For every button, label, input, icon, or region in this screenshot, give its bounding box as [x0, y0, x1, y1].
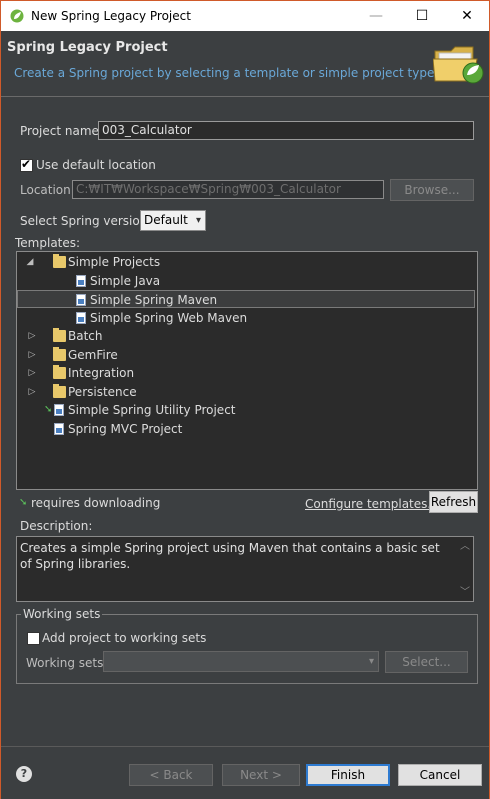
tree-item-label: Simple Java [90, 274, 161, 288]
template-icon [76, 275, 86, 287]
download-arrow-icon: ➘ [44, 404, 53, 415]
folder-icon [53, 328, 66, 342]
use-default-location-label: Use default location [36, 158, 156, 172]
new-project-folder-icon [433, 46, 484, 84]
collapsed-arrow-icon[interactable]: ▷ [27, 383, 37, 401]
spring-version-select[interactable]: Default ▾ [140, 210, 206, 231]
checkmark-icon: ✔ [21, 157, 32, 171]
configure-templates-link[interactable]: Configure templates... [305, 497, 439, 511]
description-text: Creates a simple Spring project using Ma… [16, 536, 474, 602]
download-arrow-icon: ➘ [19, 497, 28, 508]
tree-item-label: Persistence [68, 385, 137, 399]
template-icon [54, 404, 64, 416]
tree-item-integration[interactable]: ▷ Integration [17, 364, 475, 382]
description-content: Creates a simple Spring project using Ma… [20, 541, 440, 571]
description-label: Description: [20, 519, 93, 533]
add-to-working-sets-label: Add project to working sets [42, 631, 207, 645]
templates-tree[interactable]: ◢ Simple Projects Simple Java Simple Spr… [16, 251, 478, 490]
chevron-down-icon: ▾ [368, 656, 374, 667]
help-icon[interactable]: ? [16, 766, 32, 782]
requires-downloading-label: requires downloading [31, 496, 161, 510]
tree-item-spring-mvc-project[interactable]: Spring MVC Project [17, 420, 475, 438]
use-default-location-checkbox[interactable]: ✔ [20, 157, 33, 172]
window-title: New Spring Legacy Project [31, 9, 191, 23]
collapsed-arrow-icon[interactable]: ▷ [27, 327, 37, 345]
tree-item-simple-java[interactable]: Simple Java [17, 272, 475, 290]
working-sets-label: Working sets: [26, 656, 108, 670]
tree-item-simple-spring-maven[interactable]: Simple Spring Maven [17, 290, 475, 308]
template-icon [54, 423, 64, 435]
add-to-working-sets-checkbox[interactable] [27, 632, 40, 645]
tree-item-label: Simple Projects [68, 255, 161, 269]
next-button[interactable]: Next > [222, 764, 300, 786]
tree-item-gemfire[interactable]: ▷ GemFire [17, 346, 475, 364]
cancel-button[interactable]: Cancel [398, 764, 482, 786]
folder-icon [53, 254, 66, 268]
tree-item-label: Batch [68, 329, 103, 343]
location-input[interactable]: C:₩IT₩Workspace₩Spring₩003_Calculator [72, 180, 384, 199]
wizard-subtitle: Create a Spring project by selecting a t… [14, 66, 439, 80]
spring-version-value: Default [144, 213, 188, 227]
tree-item-label: GemFire [68, 348, 118, 362]
tree-item-simple-spring-web-maven[interactable]: Simple Spring Web Maven [17, 309, 475, 327]
tree-item-label: Integration [68, 366, 135, 380]
folder-icon [53, 365, 66, 379]
project-name-label: Project name: [20, 124, 103, 138]
wizard-header: Spring Legacy Project Create a Spring pr… [1, 31, 489, 97]
tree-item-label: Simple Spring Web Maven [90, 311, 248, 325]
tree-item-persistence[interactable]: ▷ Persistence [17, 383, 475, 401]
back-button[interactable]: < Back [129, 764, 213, 786]
browse-button[interactable]: Browse... [390, 179, 474, 201]
folder-icon [53, 384, 66, 398]
tree-item-label: Simple Spring Utility Project [68, 403, 236, 417]
select-working-sets-button[interactable]: Select... [385, 651, 468, 673]
tree-item-simple-projects[interactable]: ◢ Simple Projects [17, 253, 475, 271]
project-name-input[interactable]: 003_Calculator [98, 121, 474, 140]
refresh-button[interactable]: Refresh [429, 491, 478, 513]
close-button[interactable]: ✕ [444, 1, 490, 31]
finish-button[interactable]: Finish [306, 764, 390, 786]
working-sets-group: Working sets Add project to working sets… [16, 607, 478, 684]
scroll-down-icon[interactable]: ﹀ [457, 585, 473, 601]
location-label: Location: [20, 183, 75, 197]
chevron-down-icon: ▾ [195, 215, 201, 226]
tree-item-label: Spring MVC Project [68, 422, 183, 436]
expanded-arrow-icon[interactable]: ◢ [25, 253, 35, 271]
maximize-button[interactable]: ☐ [399, 1, 445, 31]
working-sets-group-title: Working sets [21, 607, 103, 621]
tree-item-label: Simple Spring Maven [90, 293, 218, 307]
tree-item-simple-spring-utility-project[interactable]: ➘ Simple Spring Utility Project [17, 401, 475, 419]
minimize-button[interactable]: — [353, 1, 399, 31]
spring-version-label: Select Spring version: [20, 214, 152, 228]
templates-label: Templates: [15, 236, 81, 250]
spring-leaf-icon [10, 9, 24, 23]
template-icon [76, 294, 86, 306]
folder-icon [53, 347, 66, 361]
dialog-window: New Spring Legacy Project — ☐ ✕ Spring L… [0, 0, 490, 799]
description-scrollbar[interactable]: ︿ ﹀ [457, 537, 473, 601]
collapsed-arrow-icon[interactable]: ▷ [27, 364, 37, 382]
title-bar: New Spring Legacy Project — ☐ ✕ [1, 1, 489, 31]
collapsed-arrow-icon[interactable]: ▷ [27, 346, 37, 364]
template-icon [76, 312, 86, 324]
working-sets-select[interactable]: ▾ [103, 651, 379, 672]
wizard-title: Spring Legacy Project [7, 40, 168, 55]
scroll-up-icon[interactable]: ︿ [457, 539, 473, 555]
tree-item-batch[interactable]: ▷ Batch [17, 327, 475, 345]
